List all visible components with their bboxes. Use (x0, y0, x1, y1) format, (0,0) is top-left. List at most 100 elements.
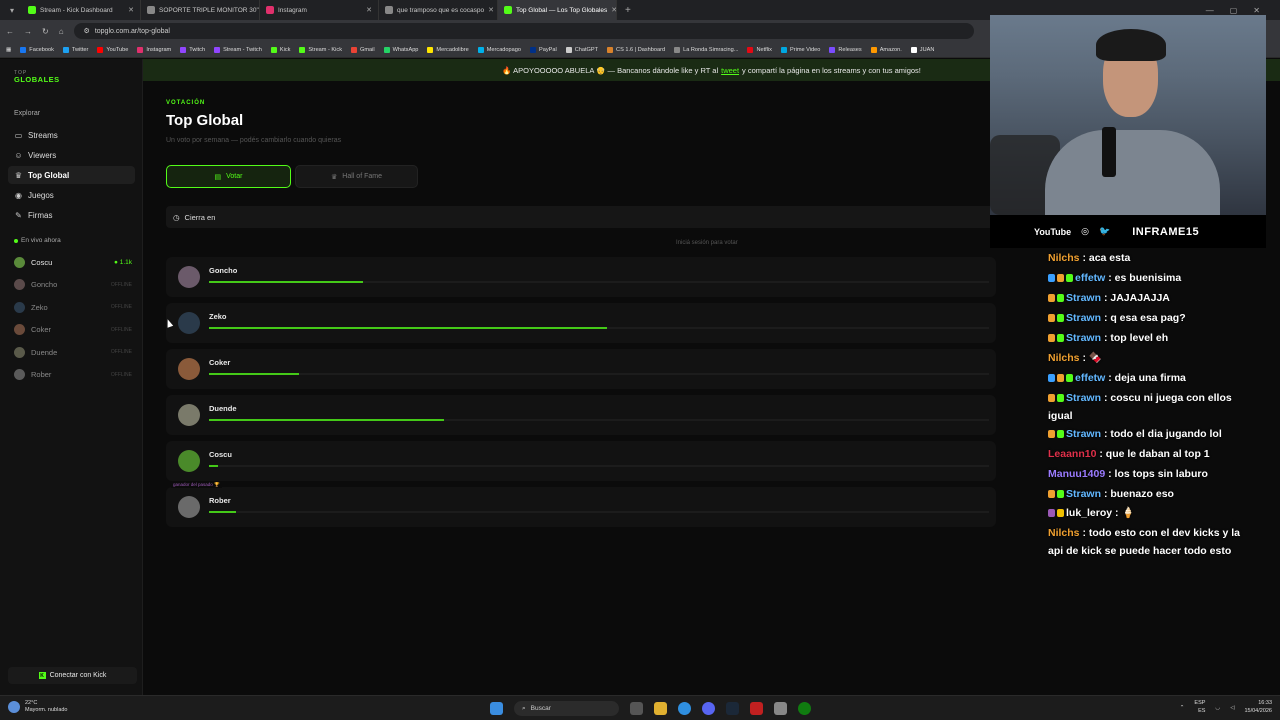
tray-chevron-icon[interactable]: ⌃ (1180, 705, 1185, 711)
tab-menu-button[interactable]: ▾ (4, 2, 20, 18)
live-streamer-item[interactable]: Coscu ● 1.1k (14, 254, 132, 270)
login-hint[interactable]: Iniciá sesión para votar (676, 240, 738, 246)
sidebar-item-streams[interactable]: ▭ Streams (8, 126, 135, 144)
task-view-icon[interactable] (630, 702, 643, 715)
chat-username[interactable]: Strawn (1066, 292, 1101, 304)
bookmark-item[interactable]: ChatGPT (565, 46, 598, 53)
bookmark-item[interactable]: Stream - Twitch (214, 46, 262, 53)
chat-username[interactable]: effetw (1075, 272, 1105, 284)
vote-tab-button[interactable]: ▤ Votar (166, 165, 291, 188)
tab-close-icon[interactable]: ✕ (128, 6, 134, 14)
chat-username[interactable]: effetw (1075, 372, 1105, 384)
ranking-row[interactable]: Duende (166, 395, 996, 435)
bookmark-item[interactable]: Twitch (180, 46, 205, 53)
chrome-icon[interactable] (678, 702, 691, 715)
ranking-row[interactable]: Coscu (166, 441, 996, 481)
bookmark-item[interactable]: YouTube (97, 46, 128, 53)
clock[interactable]: 16:33 15/04/2026 (1244, 700, 1272, 715)
chat-badge-icon (1066, 274, 1073, 282)
wifi-icon[interactable]: ◡ (1215, 705, 1220, 711)
tab-close-icon[interactable]: ✕ (366, 6, 372, 14)
sidebar-item-viewers[interactable]: ☺ Viewers (8, 146, 135, 164)
chat-username[interactable]: Manuu1409 (1048, 468, 1105, 480)
bookmark-label: Mercadolibre (436, 46, 469, 53)
taskbar-search[interactable]: ⌕ Buscar (514, 701, 619, 716)
file-explorer-icon[interactable] (654, 702, 667, 715)
bookmark-item[interactable]: Prime Video (780, 46, 820, 53)
reload-icon[interactable]: ↻ (42, 27, 49, 36)
chat-username[interactable]: Leaann10 (1048, 448, 1096, 460)
sidebar-item-firmas[interactable]: ✎ Firmas (8, 206, 135, 224)
bookmark-item[interactable]: Instagram (137, 46, 171, 53)
tab-close-icon[interactable]: ✕ (488, 6, 494, 14)
connect-kick-button[interactable]: K Conectar con Kick (8, 667, 137, 684)
chat-username[interactable]: Strawn (1066, 392, 1101, 404)
browser-tab[interactable]: Stream - Kick Dashboard ✕ (22, 0, 141, 20)
start-icon[interactable] (490, 702, 503, 715)
apps-icon[interactable]: ▦ (6, 47, 11, 53)
site-logo[interactable]: TOP GLOBALES (14, 71, 60, 84)
bookmark-item[interactable]: Mercadolibre (427, 46, 469, 53)
ranking-row[interactable]: Rober ganador del pasado 🏆 (166, 482, 996, 527)
ranking-row[interactable]: Coker (166, 349, 996, 389)
site-info-icon[interactable]: ⚙ (84, 27, 90, 35)
app-icon[interactable] (750, 702, 763, 715)
app-icon-2[interactable] (774, 702, 787, 715)
bookmark-item[interactable]: Releases (829, 46, 862, 53)
chat-username[interactable]: Nilchs (1048, 527, 1080, 539)
browser-tab[interactable]: Instagram ✕ (260, 0, 379, 20)
volume-icon[interactable]: ◁ (1230, 705, 1234, 711)
live-streamer-item[interactable]: Zeko OFFLINE (14, 299, 132, 315)
chat-username[interactable]: Strawn (1066, 488, 1101, 500)
bookmark-item[interactable]: JUAN (910, 46, 934, 53)
browser-tab[interactable]: Top Global — Los Top Globales ✕ (498, 0, 617, 20)
bookmark-item[interactable]: PayPal (529, 46, 557, 53)
bookmark-item[interactable]: La Ronda Simracing... (674, 46, 738, 53)
browser-tab[interactable]: que tramposo que es cocaspo ✕ (379, 0, 498, 20)
sidebar-item-top-global[interactable]: ♛ Top Global (8, 166, 135, 184)
page-title: Top Global (166, 112, 244, 129)
live-streamer-item[interactable]: Rober OFFLINE (14, 367, 132, 383)
bookmark-item[interactable]: Amazon. (870, 46, 902, 53)
chat-username[interactable]: Nilchs (1048, 352, 1080, 364)
chat-username[interactable]: luk_leroy (1066, 507, 1112, 519)
chat-username[interactable]: Nilchs (1048, 252, 1080, 264)
xbox-icon[interactable] (798, 702, 811, 715)
bookmark-item[interactable]: Gmail (351, 46, 375, 53)
bookmark-item[interactable]: Facebook (20, 46, 54, 53)
bookmark-item[interactable]: WhatsApp (383, 46, 418, 53)
bookmark-item[interactable]: Stream - Kick (299, 46, 342, 53)
back-icon[interactable]: ← (6, 27, 14, 36)
home-icon[interactable]: ⌂ (59, 27, 64, 36)
bookmark-item[interactable]: Netflix (747, 46, 772, 53)
forward-icon[interactable]: → (24, 27, 32, 36)
ranking-row[interactable]: Zeko (166, 303, 996, 343)
live-streamer-item[interactable]: Duende OFFLINE (14, 344, 132, 360)
weather-widget[interactable]: 22°C Mayorm. nublado (8, 700, 68, 714)
hall-of-fame-tab-button[interactable]: ♛ Hall of Fame (295, 165, 418, 188)
banner-tweet-link[interactable]: tweet (721, 66, 739, 75)
bookmark-label: Twitter (71, 46, 89, 53)
live-streamer-item[interactable]: Coker OFFLINE (14, 322, 132, 338)
chat-username[interactable]: Strawn (1066, 332, 1101, 344)
vote-progress-fill (209, 373, 300, 375)
bookmark-item[interactable]: Mercadopago (477, 46, 521, 53)
ranking-row[interactable]: Goncho (166, 257, 996, 297)
chat-username[interactable]: Strawn (1066, 312, 1101, 324)
live-streamer-item[interactable]: Goncho OFFLINE (14, 277, 132, 293)
minimize-icon[interactable]: — (1206, 6, 1214, 15)
bookmark-item[interactable]: CS 1.6 | Dashboard (607, 46, 665, 53)
bookmark-icon (270, 46, 277, 53)
maximize-icon[interactable]: ▢ (1230, 6, 1238, 15)
close-window-icon[interactable]: ✕ (1253, 6, 1260, 15)
lang-code[interactable]: ESP (1194, 700, 1205, 708)
bookmark-item[interactable]: Kick (270, 46, 290, 53)
discord-icon[interactable] (702, 702, 715, 715)
browser-tab[interactable]: SOPORTE TRIPLE MONITOR 30"✕ (141, 0, 260, 20)
new-tab-button[interactable]: + (617, 5, 639, 16)
sidebar-item-juegos[interactable]: ◉ Juegos (8, 186, 135, 204)
url-input[interactable]: ⚙ topglo.com.ar/top-global (73, 23, 974, 39)
chat-username[interactable]: Strawn (1066, 428, 1101, 440)
bookmark-item[interactable]: Twitter (62, 46, 89, 53)
steam-icon[interactable] (726, 702, 739, 715)
